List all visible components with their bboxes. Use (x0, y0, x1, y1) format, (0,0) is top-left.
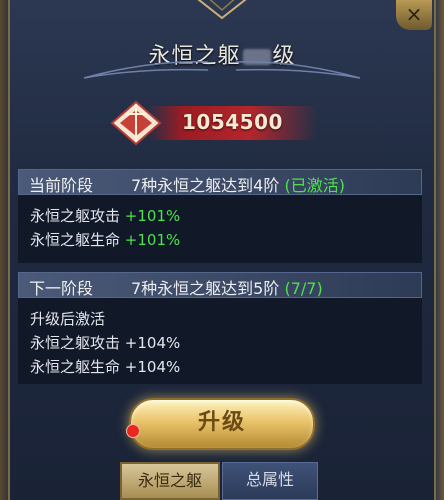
current-stat-row: 永恒之躯生命 +101% (30, 229, 180, 250)
current-stage-condition: 7种永恒之躯达到4阶 (131, 176, 280, 195)
title-wing-right-icon (235, 61, 361, 79)
next-stage-header: 下一阶段 7种永恒之躯达到5阶 (7/7) (18, 272, 422, 298)
current-stage-status: (已激活) (284, 176, 345, 195)
close-button[interactable]: × (396, 0, 432, 30)
next-stat-name: 永恒之躯攻击 (30, 334, 121, 352)
current-stage-body: 永恒之躯攻击 +101% 永恒之躯生命 +101% (18, 195, 422, 263)
next-stat-value: +104% (124, 358, 181, 376)
current-stat-name: 永恒之躯生命 (30, 231, 121, 249)
title-wing-left-icon (83, 61, 209, 79)
next-stage-condition: 7种永恒之躯达到5阶 (131, 279, 280, 298)
current-stat-name: 永恒之躯攻击 (30, 207, 121, 225)
upgrade-button[interactable]: 升级 (129, 398, 315, 450)
next-stage-condition-line: 7种永恒之躯达到5阶 (7/7) (131, 275, 323, 299)
current-stage-header: 当前阶段 7种永恒之躯达到4阶 (已激活) (18, 169, 422, 195)
next-stat-row: 永恒之躯攻击 +104% (30, 332, 180, 353)
current-stat-value: +101% (124, 207, 181, 225)
tab-total-attributes[interactable]: 总属性 (222, 462, 318, 500)
panel-title: 永恒之躯级 (10, 38, 434, 70)
current-stat-value: +101% (124, 231, 181, 249)
next-stage-label: 下一阶段 (29, 279, 94, 298)
next-stage-progress: (7/7) (284, 279, 323, 298)
power-emblem-icon (110, 100, 162, 146)
tab-eternal-body[interactable]: 永恒之躯 (120, 462, 220, 500)
next-stat-value: +104% (124, 334, 181, 352)
next-stat-name: 永恒之躯生命 (30, 358, 121, 376)
next-stat-row: 永恒之躯生命 +104% (30, 356, 180, 377)
next-stage-body: 升级后激活 永恒之躯攻击 +104% 永恒之躯生命 +104% (18, 298, 422, 384)
top-ornament-icon (197, 0, 247, 20)
current-stage-condition-line: 7种永恒之躯达到4阶 (已激活) (131, 172, 345, 196)
current-stat-row: 永恒之躯攻击 +101% (30, 205, 180, 226)
notification-dot-icon (126, 424, 140, 438)
current-stage-label: 当前阶段 (29, 176, 94, 195)
power-value: 1054500 (182, 110, 283, 134)
next-stage-note: 升级后激活 (30, 310, 106, 328)
